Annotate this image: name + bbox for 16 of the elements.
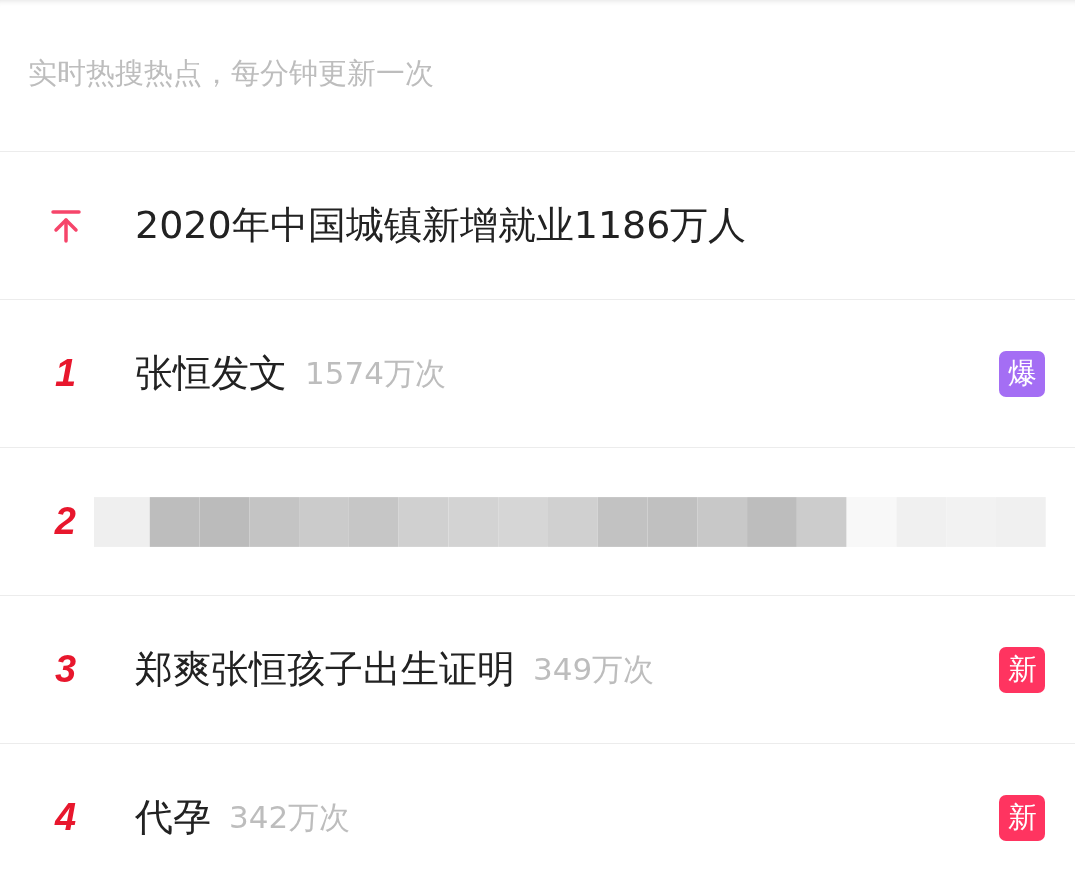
topic-tag: 新 — [999, 794, 1045, 841]
hot-topic-title[interactable]: 郑爽张恒孩子出生证明 — [135, 644, 515, 695]
hot-topic-title[interactable]: 代孕 — [135, 792, 211, 843]
topic-tag: 爆 — [999, 350, 1045, 397]
subtitle: 实时热搜热点，每分钟更新一次 — [0, 0, 1075, 152]
search-count: 349万次 — [533, 649, 655, 689]
search-count: 342万次 — [229, 797, 351, 837]
hot-topic-title[interactable]: 2020年中国城镇新增就业1186万人 — [135, 200, 747, 251]
search-count: 1574万次 — [305, 353, 446, 393]
hot-topic-title[interactable]: 张恒发文 — [135, 348, 287, 399]
rank-number: 2 — [54, 500, 76, 543]
topic-tag: 新 — [999, 646, 1045, 693]
rank-number: 1 — [54, 352, 77, 395]
pin-top-icon — [50, 208, 81, 243]
rank-number: 4 — [54, 796, 77, 839]
rank-number: 3 — [54, 648, 77, 691]
